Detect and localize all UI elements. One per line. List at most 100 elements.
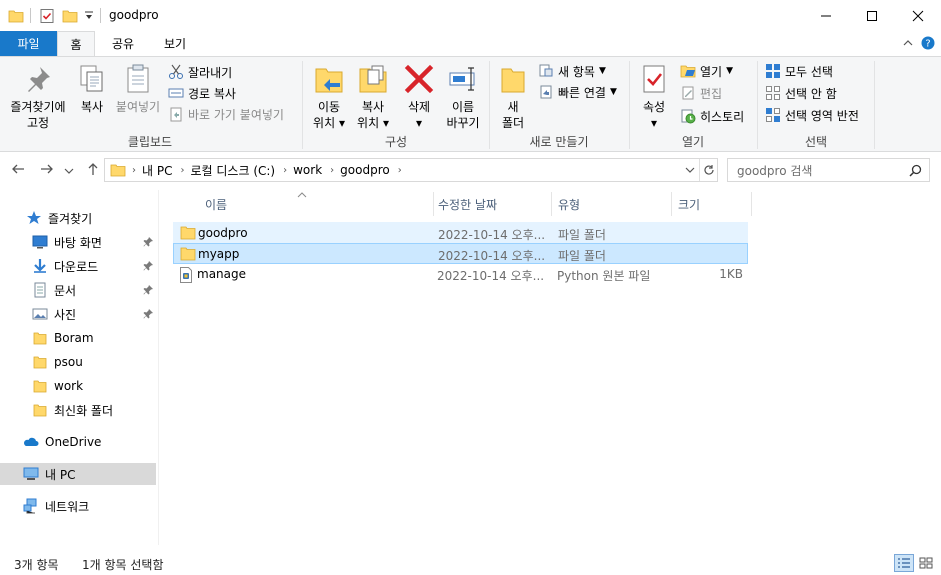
address-bar[interactable]: › 내 PC › 로컬 디스크 (C:) › work › goodpro › bbox=[104, 158, 718, 182]
minimize-button[interactable] bbox=[803, 0, 849, 31]
chevron-right-icon[interactable]: › bbox=[330, 165, 334, 176]
open-button[interactable]: 열기 ▼ bbox=[680, 61, 733, 81]
tab-share[interactable]: 공유 bbox=[101, 31, 145, 56]
paste-button[interactable]: 붙여넣기 bbox=[112, 63, 164, 115]
nav-item-pictures[interactable]: 사진 bbox=[0, 303, 156, 325]
delete-dropdown[interactable]: ▾ bbox=[400, 115, 438, 131]
nav-item-network[interactable]: 네트워크 bbox=[0, 495, 156, 517]
customize-quick-access-icon[interactable] bbox=[84, 7, 94, 25]
folder-icon bbox=[33, 404, 47, 417]
chevron-right-icon[interactable]: › bbox=[180, 165, 184, 176]
history-button[interactable]: 히스토리 bbox=[680, 106, 744, 126]
close-button[interactable] bbox=[895, 0, 941, 31]
breadcrumb-work[interactable]: work bbox=[293, 163, 322, 177]
navigation-pane: 즐겨찾기 바탕 화면 다운로드 문서 사진 Boram psou work 최신… bbox=[0, 190, 158, 545]
file-size: 1KB bbox=[719, 267, 743, 281]
column-header-name[interactable]: 이름 bbox=[199, 192, 434, 216]
select-none-icon bbox=[766, 86, 780, 100]
breadcrumb-this-pc[interactable]: 내 PC bbox=[142, 162, 172, 179]
easy-access-button[interactable]: 빠른 연결 ▼ bbox=[538, 82, 617, 102]
select-group-label: 선택 bbox=[804, 135, 828, 149]
table-row[interactable]: goodpro 2022-10-14 오후... 파일 폴더 bbox=[173, 222, 748, 243]
column-header-size[interactable]: 크기 bbox=[672, 192, 752, 216]
file-list: 이름 수정한 날짜 유형 크기 goodpro 2022-10-14 오후...… bbox=[160, 187, 941, 545]
delete-button[interactable]: 삭제 ▾ bbox=[400, 63, 438, 131]
nav-item-work[interactable]: work bbox=[0, 375, 156, 397]
select-none-label: 선택 안 함 bbox=[785, 86, 837, 101]
copy-button[interactable]: 복사 bbox=[76, 63, 108, 115]
select-none-button[interactable]: 선택 안 함 bbox=[765, 83, 837, 103]
back-arrow-icon[interactable] bbox=[11, 162, 25, 180]
large-icons-view-icon bbox=[919, 557, 933, 569]
nav-item-psou[interactable]: psou bbox=[0, 351, 156, 373]
paste-shortcut-button[interactable]: 바로 가기 붙여넣기 bbox=[168, 104, 284, 124]
tab-view[interactable]: 보기 bbox=[152, 31, 198, 56]
edit-label: 편집 bbox=[700, 86, 723, 101]
maximize-button[interactable] bbox=[849, 0, 895, 31]
clipboard-icon bbox=[127, 64, 149, 93]
nav-item-updated-folder[interactable]: 최신화 폴더 bbox=[0, 399, 156, 421]
pin-to-quick-access-button[interactable]: 즐겨찾기에 고정 bbox=[4, 63, 72, 131]
open-folder-icon bbox=[680, 65, 696, 78]
expand-ribbon-icon[interactable] bbox=[903, 37, 913, 51]
large-icons-view-button[interactable] bbox=[916, 554, 936, 572]
nav-item-boram[interactable]: Boram bbox=[0, 327, 156, 349]
selection-count: 1개 항목 선택함 bbox=[82, 558, 164, 572]
details-view-button[interactable] bbox=[894, 554, 914, 572]
breadcrumb-local-disk[interactable]: 로컬 디스크 (C:) bbox=[190, 162, 275, 179]
help-icon[interactable]: ? bbox=[921, 36, 935, 53]
breadcrumb-goodpro[interactable]: goodpro bbox=[340, 163, 390, 177]
refresh-icon[interactable] bbox=[699, 159, 717, 181]
nav-item-downloads[interactable]: 다운로드 bbox=[0, 255, 156, 277]
edit-button[interactable]: 편집 bbox=[680, 83, 722, 103]
column-header-type[interactable]: 유형 bbox=[552, 192, 672, 216]
new-item-label: 새 항목 bbox=[558, 64, 595, 79]
chevron-right-icon[interactable]: › bbox=[398, 165, 402, 176]
column-header-date[interactable]: 수정한 날짜 bbox=[432, 192, 552, 216]
folder-icon bbox=[8, 7, 24, 25]
properties-label: 속성 bbox=[642, 100, 666, 114]
new-folder-button[interactable]: 새 폴더 bbox=[495, 63, 531, 131]
move-to-button[interactable]: 이동 위치 ▾ bbox=[308, 63, 350, 131]
nav-item-desktop[interactable]: 바탕 화면 bbox=[0, 231, 156, 253]
properties-dropdown[interactable]: ▾ bbox=[635, 115, 673, 131]
move-to-icon bbox=[315, 68, 343, 93]
new-folder-icon[interactable] bbox=[62, 7, 78, 25]
document-icon bbox=[34, 282, 46, 298]
nav-item-onedrive[interactable]: OneDrive bbox=[0, 431, 156, 453]
copy-path-label: 경로 복사 bbox=[188, 86, 236, 101]
copy-to-label-line2: 위치 ▾ bbox=[357, 116, 389, 130]
search-input[interactable]: goodpro 검색 bbox=[727, 158, 930, 182]
nav-item-this-pc[interactable]: 내 PC bbox=[0, 463, 156, 485]
table-row[interactable]: manage 2022-10-14 오후... Python 원본 파일 1KB bbox=[173, 264, 748, 285]
chevron-right-icon[interactable]: › bbox=[283, 165, 287, 176]
forward-arrow-icon[interactable] bbox=[40, 162, 54, 180]
new-item-button[interactable]: 새 항목 ▼ bbox=[538, 61, 606, 81]
table-row[interactable]: myapp 2022-10-14 오후... 파일 폴더 bbox=[173, 243, 748, 264]
nav-quick-access[interactable]: 즐겨찾기 bbox=[0, 207, 156, 229]
invert-selection-button[interactable]: 선택 영역 반전 bbox=[765, 105, 859, 125]
tab-file[interactable]: 파일 bbox=[0, 31, 57, 56]
address-dropdown-icon[interactable] bbox=[685, 165, 695, 175]
properties-button[interactable]: 속성 ▾ bbox=[635, 63, 673, 131]
open-label: 열기 bbox=[700, 64, 723, 79]
select-all-button[interactable]: 모두 선택 bbox=[765, 61, 833, 81]
search-icon[interactable] bbox=[909, 164, 922, 177]
easy-access-label: 빠른 연결 bbox=[558, 85, 606, 100]
tab-home[interactable]: 홈 bbox=[57, 31, 95, 56]
pin-label-line1: 즐겨찾기에 bbox=[10, 100, 66, 114]
cut-label: 잘라내기 bbox=[188, 65, 233, 80]
cut-button[interactable]: 잘라내기 bbox=[168, 62, 232, 82]
copy-to-button[interactable]: 복사 위치 ▾ bbox=[352, 63, 394, 131]
properties-icon[interactable] bbox=[39, 7, 55, 25]
file-date: 2022-10-14 오후... bbox=[438, 228, 546, 242]
nav-label: 사진 bbox=[54, 307, 77, 322]
new-folder-icon bbox=[501, 68, 525, 93]
up-arrow-icon[interactable] bbox=[86, 162, 100, 180]
recent-locations-icon[interactable] bbox=[64, 164, 74, 180]
copy-path-button[interactable]: 경로 복사 bbox=[168, 83, 236, 103]
nav-item-documents[interactable]: 문서 bbox=[0, 279, 156, 301]
search-placeholder: goodpro 검색 bbox=[737, 163, 813, 178]
rename-button[interactable]: 이름 바꾸기 bbox=[442, 63, 484, 131]
chevron-right-icon[interactable]: › bbox=[132, 165, 136, 176]
